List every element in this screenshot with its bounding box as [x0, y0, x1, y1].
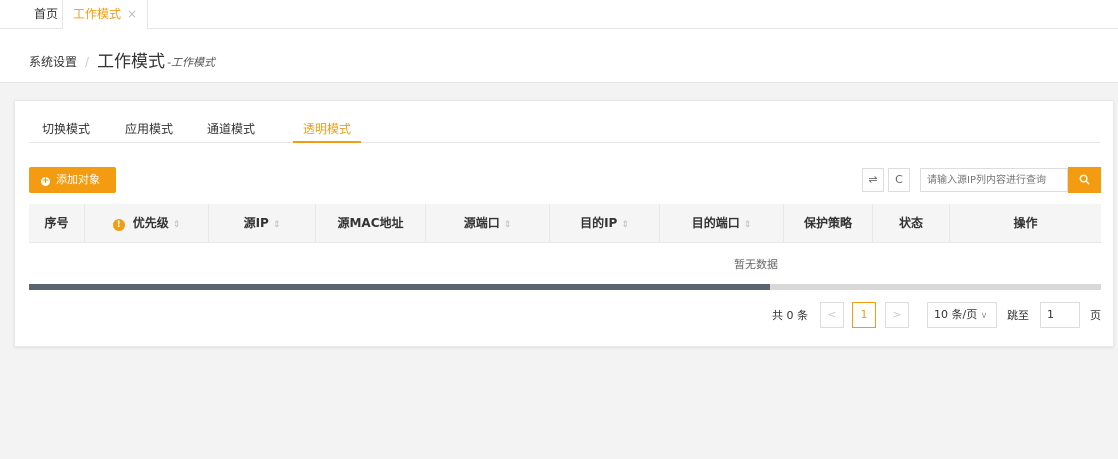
page-number: 1: [860, 308, 868, 321]
col-label: 源MAC地址: [337, 216, 404, 230]
tab-transparent-mode[interactable]: 透明模式: [293, 120, 361, 143]
page-title: 工作模式: [97, 52, 166, 72]
col-label: 源端口: [463, 216, 500, 230]
col-dest-ip[interactable]: 目的IP ⇕: [550, 204, 660, 243]
tab-work-mode-label: 工作模式: [73, 7, 122, 21]
sliders-icon: ⇌: [868, 173, 878, 186]
search-input[interactable]: [920, 168, 1068, 192]
close-icon[interactable]: ×: [127, 7, 137, 21]
sort-icon[interactable]: ⇕: [504, 220, 512, 230]
top-tab-bar: 首页 工作模式 ×: [0, 0, 1118, 29]
col-source-port[interactable]: 源端口 ⇕: [426, 204, 550, 243]
breadcrumb: 系统设置 / 工作模式 -工作模式: [29, 47, 215, 72]
tab-label: 切换模式: [41, 122, 90, 136]
col-status: 状态: [873, 204, 950, 243]
chevron-left-icon: <: [827, 308, 837, 321]
col-actions: 操作: [950, 204, 1101, 243]
jump-label: 跳至: [1007, 309, 1029, 322]
refresh-icon: C: [895, 173, 903, 186]
tab-label: 透明模式: [302, 122, 351, 136]
content-card: 切换模式 应用模式 通道模式 透明模式 + 添加对象 ⇌ C 序号 ! 优先级 ⇕ 源…: [14, 100, 1114, 347]
col-label: 源IP: [243, 216, 269, 230]
sort-icon[interactable]: ⇕: [273, 220, 281, 230]
search-icon: [1079, 174, 1090, 185]
sort-icon[interactable]: ⇕: [173, 220, 181, 230]
page-size-select[interactable]: 10 条/页 ∨: [927, 302, 997, 328]
prev-page-button[interactable]: <: [820, 302, 844, 328]
col-source-ip[interactable]: 源IP ⇕: [209, 204, 316, 243]
col-label: 目的端口: [691, 216, 740, 230]
col-label: 优先级: [132, 216, 169, 230]
page-suffix: 页: [1090, 309, 1101, 322]
search-button[interactable]: [1068, 167, 1101, 193]
tab-label: 通道模式: [206, 122, 255, 136]
refresh-button[interactable]: C: [888, 168, 910, 192]
col-protection-policy: 保护策略: [784, 204, 873, 243]
breadcrumb-parent[interactable]: 系统设置: [29, 55, 77, 69]
page-header: 系统设置 / 工作模式 -工作模式: [0, 29, 1118, 83]
col-label: 保护策略: [803, 216, 852, 230]
chevron-right-icon: >: [892, 308, 902, 321]
column-settings-button[interactable]: ⇌: [862, 168, 884, 192]
tab-switch-mode[interactable]: 切换模式: [41, 120, 91, 143]
col-label: 状态: [898, 216, 923, 230]
sort-icon[interactable]: ⇕: [744, 220, 752, 230]
mode-tabs: 切换模式 应用模式 通道模式 透明模式: [29, 120, 1100, 143]
horizontal-scrollbar-thumb[interactable]: [29, 284, 770, 290]
page-size-value: 10 条/页: [934, 308, 978, 321]
breadcrumb-separator: /: [85, 55, 90, 69]
add-object-button[interactable]: + 添加对象: [29, 167, 116, 193]
col-label: 序号: [44, 216, 69, 230]
jump-page-input[interactable]: 1: [1040, 302, 1080, 328]
add-object-label: 添加对象: [56, 173, 100, 186]
empty-text: 暂无数据: [734, 258, 778, 271]
plus-icon: +: [41, 176, 50, 186]
table-header: 序号 ! 优先级 ⇕ 源IP ⇕ 源MAC地址 源端口 ⇕ 目的IP ⇕ 目的端口 ⇕ 保护…: [29, 204, 1101, 243]
tab-channel-mode[interactable]: 通道模式: [206, 120, 256, 143]
warning-icon: !: [112, 219, 125, 231]
page-number-button[interactable]: 1: [852, 302, 876, 328]
tab-home-label: 首页: [34, 7, 59, 21]
tab-app-mode[interactable]: 应用模式: [124, 120, 174, 143]
col-dest-port[interactable]: 目的端口 ⇕: [660, 204, 784, 243]
col-index: 序号: [29, 204, 85, 243]
col-label: 目的IP: [580, 216, 618, 230]
tab-label: 应用模式: [124, 122, 173, 136]
sort-icon[interactable]: ⇕: [621, 220, 629, 230]
next-page-button[interactable]: >: [885, 302, 909, 328]
page-subtitle: -工作模式: [167, 56, 216, 69]
chevron-down-icon: ∨: [980, 311, 988, 321]
col-priority[interactable]: ! 优先级 ⇕: [85, 204, 209, 243]
col-source-mac: 源MAC地址: [316, 204, 426, 243]
tab-work-mode[interactable]: 工作模式 ×: [62, 0, 149, 29]
col-label: 操作: [1013, 216, 1038, 230]
total-count: 共 0 条: [772, 309, 808, 322]
jump-page-value: 1: [1047, 308, 1054, 321]
